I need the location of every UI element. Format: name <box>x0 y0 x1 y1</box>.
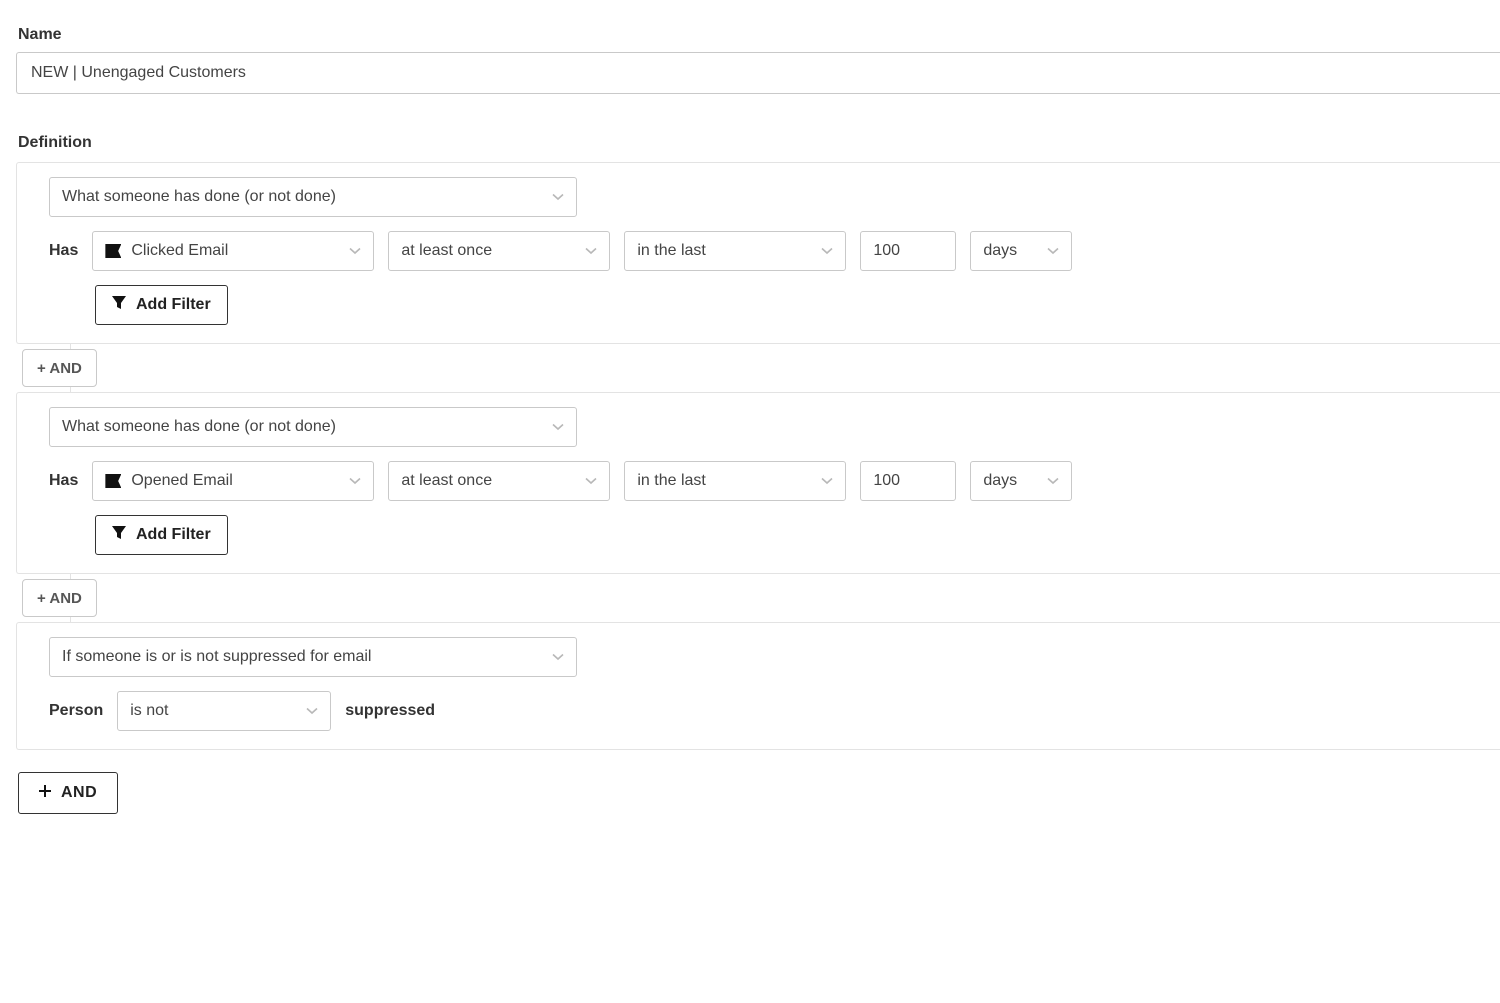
and-connector: + AND <box>16 344 1500 392</box>
time-unit-select[interactable]: days <box>970 231 1072 271</box>
add-filter-label: Add Filter <box>136 296 211 314</box>
caret-down-icon <box>1047 247 1059 255</box>
is-operator-value: is not <box>130 702 168 720</box>
metric-value: Clicked Email <box>131 242 228 260</box>
flag-icon <box>105 474 121 488</box>
time-range-select[interactable]: in the last <box>624 231 846 271</box>
condition-type-value: What someone has done (or not done) <box>62 188 336 206</box>
and-pill[interactable]: + AND <box>22 579 97 617</box>
condition-type-value: What someone has done (or not done) <box>62 418 336 436</box>
condition-type-select[interactable]: If someone is or is not suppressed for e… <box>49 637 577 677</box>
time-value-input[interactable] <box>860 461 956 501</box>
caret-down-icon <box>585 477 597 485</box>
add-filter-button[interactable]: Add Filter <box>95 285 228 325</box>
count-operator-value: at least once <box>401 242 492 260</box>
caret-down-icon <box>306 707 318 715</box>
definition-label: Definition <box>18 134 1500 152</box>
and-pill[interactable]: + AND <box>22 349 97 387</box>
caret-down-icon <box>349 247 361 255</box>
time-unit-value: days <box>983 242 1017 260</box>
metric-select[interactable]: Clicked Email <box>92 231 374 271</box>
condition-type-select[interactable]: What someone has done (or not done) <box>49 177 577 217</box>
is-operator-select[interactable]: is not <box>117 691 331 731</box>
rule-card: What someone has done (or not done) Has … <box>16 162 1500 344</box>
caret-down-icon <box>821 477 833 485</box>
add-and-button[interactable]: AND <box>18 772 118 814</box>
condition-type-value: If someone is or is not suppressed for e… <box>62 648 371 666</box>
time-range-value: in the last <box>637 242 705 260</box>
metric-select[interactable]: Opened Email <box>92 461 374 501</box>
name-input[interactable] <box>16 52 1500 94</box>
suppressed-label: suppressed <box>345 702 435 720</box>
add-filter-label: Add Filter <box>136 526 211 544</box>
add-and-label: AND <box>61 784 97 802</box>
caret-down-icon <box>552 423 564 431</box>
funnel-icon <box>112 526 126 545</box>
count-operator-select[interactable]: at least once <box>388 231 610 271</box>
caret-down-icon <box>349 477 361 485</box>
metric-value: Opened Email <box>131 472 232 490</box>
time-value-input[interactable] <box>860 231 956 271</box>
count-operator-select[interactable]: at least once <box>388 461 610 501</box>
caret-down-icon <box>1047 477 1059 485</box>
has-label: Has <box>49 472 78 490</box>
caret-down-icon <box>552 193 564 201</box>
time-range-value: in the last <box>637 472 705 490</box>
rule-card: If someone is or is not suppressed for e… <box>16 622 1500 750</box>
person-label: Person <box>49 702 103 720</box>
plus-icon <box>39 784 51 802</box>
caret-down-icon <box>585 247 597 255</box>
funnel-icon <box>112 296 126 315</box>
condition-type-select[interactable]: What someone has done (or not done) <box>49 407 577 447</box>
flag-icon <box>105 244 121 258</box>
has-label: Has <box>49 242 78 260</box>
and-connector: + AND <box>16 574 1500 622</box>
add-filter-button[interactable]: Add Filter <box>95 515 228 555</box>
time-unit-value: days <box>983 472 1017 490</box>
name-label: Name <box>18 26 1500 44</box>
rule-card: What someone has done (or not done) Has … <box>16 392 1500 574</box>
caret-down-icon <box>821 247 833 255</box>
count-operator-value: at least once <box>401 472 492 490</box>
time-range-select[interactable]: in the last <box>624 461 846 501</box>
time-unit-select[interactable]: days <box>970 461 1072 501</box>
caret-down-icon <box>552 653 564 661</box>
